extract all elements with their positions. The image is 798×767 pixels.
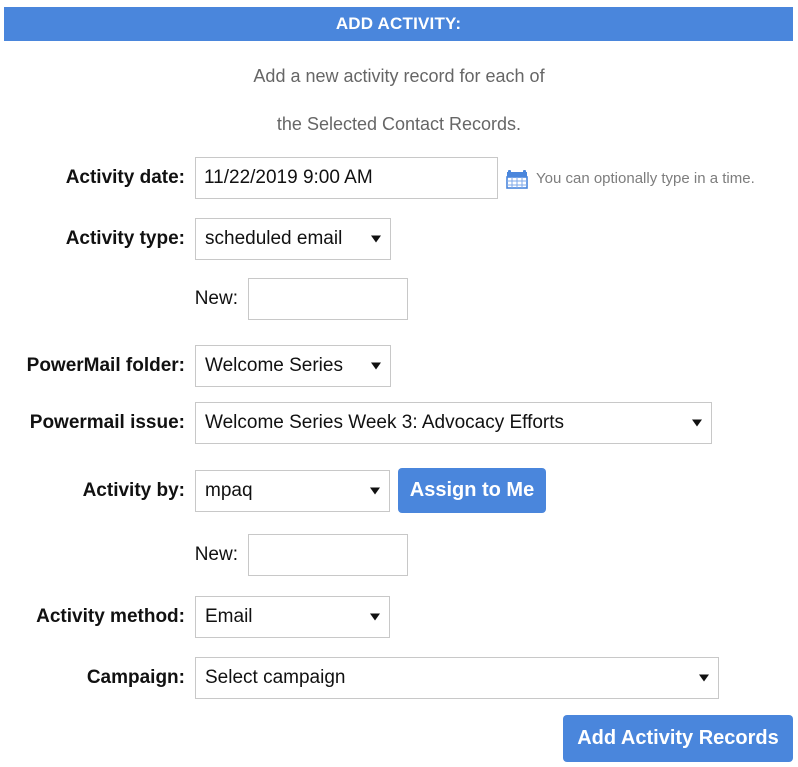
powermail-folder-select[interactable]: Welcome Series [195,345,391,387]
activity-by-value: mpaq [205,479,253,501]
dialog-title-bar: ADD ACTIVITY: [4,7,793,41]
activity-type-value: scheduled email [205,228,343,249]
activity-by-label: Activity by: [82,479,185,501]
activity-by-new-row: New: [0,534,798,576]
campaign-value: Select campaign [205,667,346,688]
calendar-icon [506,170,528,189]
powermail-issue-select[interactable]: Welcome Series Week 3: Advocacy Efforts [195,402,712,444]
activity-type-select[interactable]: scheduled email [195,218,391,260]
activity-date-input[interactable] [195,157,498,199]
chevron-down-icon [692,419,702,427]
activity-by-select[interactable]: mpaq [195,469,390,512]
activity-type-row: Activity type: scheduled email [0,218,798,260]
dialog-description: Add a new activity record for each of th… [0,52,798,148]
activity-by-new-label: New: [194,544,238,565]
activity-method-select[interactable]: Email [195,596,390,638]
calendar-icon-button[interactable] [506,167,528,189]
chevron-down-icon [371,362,381,370]
chevron-down-icon [699,674,709,682]
powermail-issue-value: Welcome Series Week 3: Advocacy Efforts [205,412,565,433]
chevron-down-icon [370,613,380,621]
campaign-row: Campaign: Select campaign [0,657,798,699]
activity-type-new-input[interactable] [248,278,408,320]
powermail-folder-row: PowerMail folder: Welcome Series [0,345,798,387]
activity-by-new-input[interactable] [248,534,408,576]
powermail-issue-label: Powermail issue: [29,412,185,433]
activity-type-new-row: New: [0,278,798,320]
assign-to-me-button[interactable]: Assign to Me [398,468,546,513]
powermail-issue-row: Powermail issue: Welcome Series Week 3: … [0,402,798,444]
chevron-down-icon [370,487,380,494]
activity-date-label: Activity date: [65,167,185,188]
page-title: ADD ACTIVITY: [335,14,462,33]
campaign-select[interactable]: Select campaign [195,657,719,699]
powermail-folder-value: Welcome Series [205,355,343,376]
activity-method-label: Activity method: [36,606,185,627]
description-line-1: Add a new activity record for each of [253,66,545,86]
activity-type-new-label: New: [194,288,238,309]
activity-type-label: Activity type: [65,228,185,249]
powermail-folder-label: PowerMail folder: [26,355,185,376]
activity-method-value: Email [205,606,253,627]
campaign-label: Campaign: [86,667,185,688]
activity-date-hint: You can optionally type in a time. [536,169,755,187]
description-line-2: the Selected Contact Records. [276,114,522,134]
activity-method-row: Activity method: Email [0,596,798,638]
activity-date-row: Activity date: You can optionally type i… [0,157,798,199]
activity-by-row: Activity by: mpaq Assign to Me [0,468,798,513]
add-activity-records-button[interactable]: Add Activity Records [563,715,793,762]
chevron-down-icon [371,235,381,243]
add-activity-dialog: ADD ACTIVITY: Add a new activity record … [0,0,798,767]
